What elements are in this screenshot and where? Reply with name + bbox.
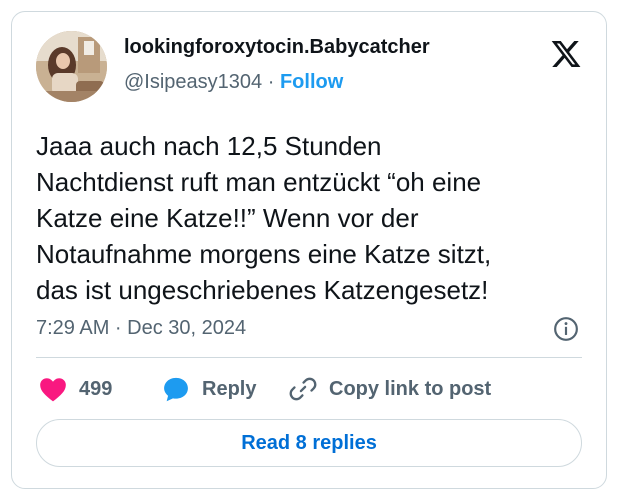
like-count: 499: [79, 377, 113, 400]
follow-button[interactable]: Follow: [280, 71, 343, 93]
tweet-card: lookingforoxytocin.Babycatcher @Isipeasy…: [11, 11, 607, 489]
like-button[interactable]: 499: [39, 374, 112, 404]
read-replies-label: Read 8 replies: [241, 431, 377, 454]
author-handle-row: @Isipeasy1304 · Follow: [124, 71, 343, 94]
profile-photo: [36, 31, 107, 102]
author-display-name[interactable]: lookingforoxytocin.Babycatcher: [124, 36, 430, 59]
link-icon: [289, 377, 317, 401]
tweet-line: Jaaa auch nach 12,5 Stunden: [36, 131, 382, 161]
tweet-timestamp[interactable]: 7:29 AM · Dec 30, 2024: [36, 317, 246, 340]
copy-link-button[interactable]: Copy link to post: [289, 374, 491, 404]
tweet-line: das ist ungeschriebenes Katzengesetz!: [36, 275, 489, 305]
tweet-line: Notaufnahme morgens eine Katze sitzt,: [36, 239, 492, 269]
copy-link-label: Copy link to post: [329, 377, 492, 400]
tweet-line: Katze eine Katze!!” Wenn vor der: [36, 203, 419, 233]
read-replies-button[interactable]: Read 8 replies: [36, 419, 582, 467]
reply-label: Reply: [202, 377, 257, 400]
info-icon[interactable]: [553, 316, 579, 342]
separator-dot: ·: [267, 71, 275, 93]
heart-icon: [40, 378, 66, 402]
tweet-text: Jaaa auch nach 12,5 Stunden Nachtdienst …: [36, 128, 588, 308]
x-logo-icon[interactable]: [550, 38, 582, 70]
avatar[interactable]: [36, 31, 107, 102]
author-handle[interactable]: @Isipeasy1304: [124, 71, 262, 93]
tweet-line: Nachtdienst ruft man entzückt “oh eine: [36, 167, 482, 197]
reply-bubble-icon: [164, 377, 188, 402]
divider: [36, 357, 582, 358]
reply-button[interactable]: Reply: [162, 374, 256, 404]
